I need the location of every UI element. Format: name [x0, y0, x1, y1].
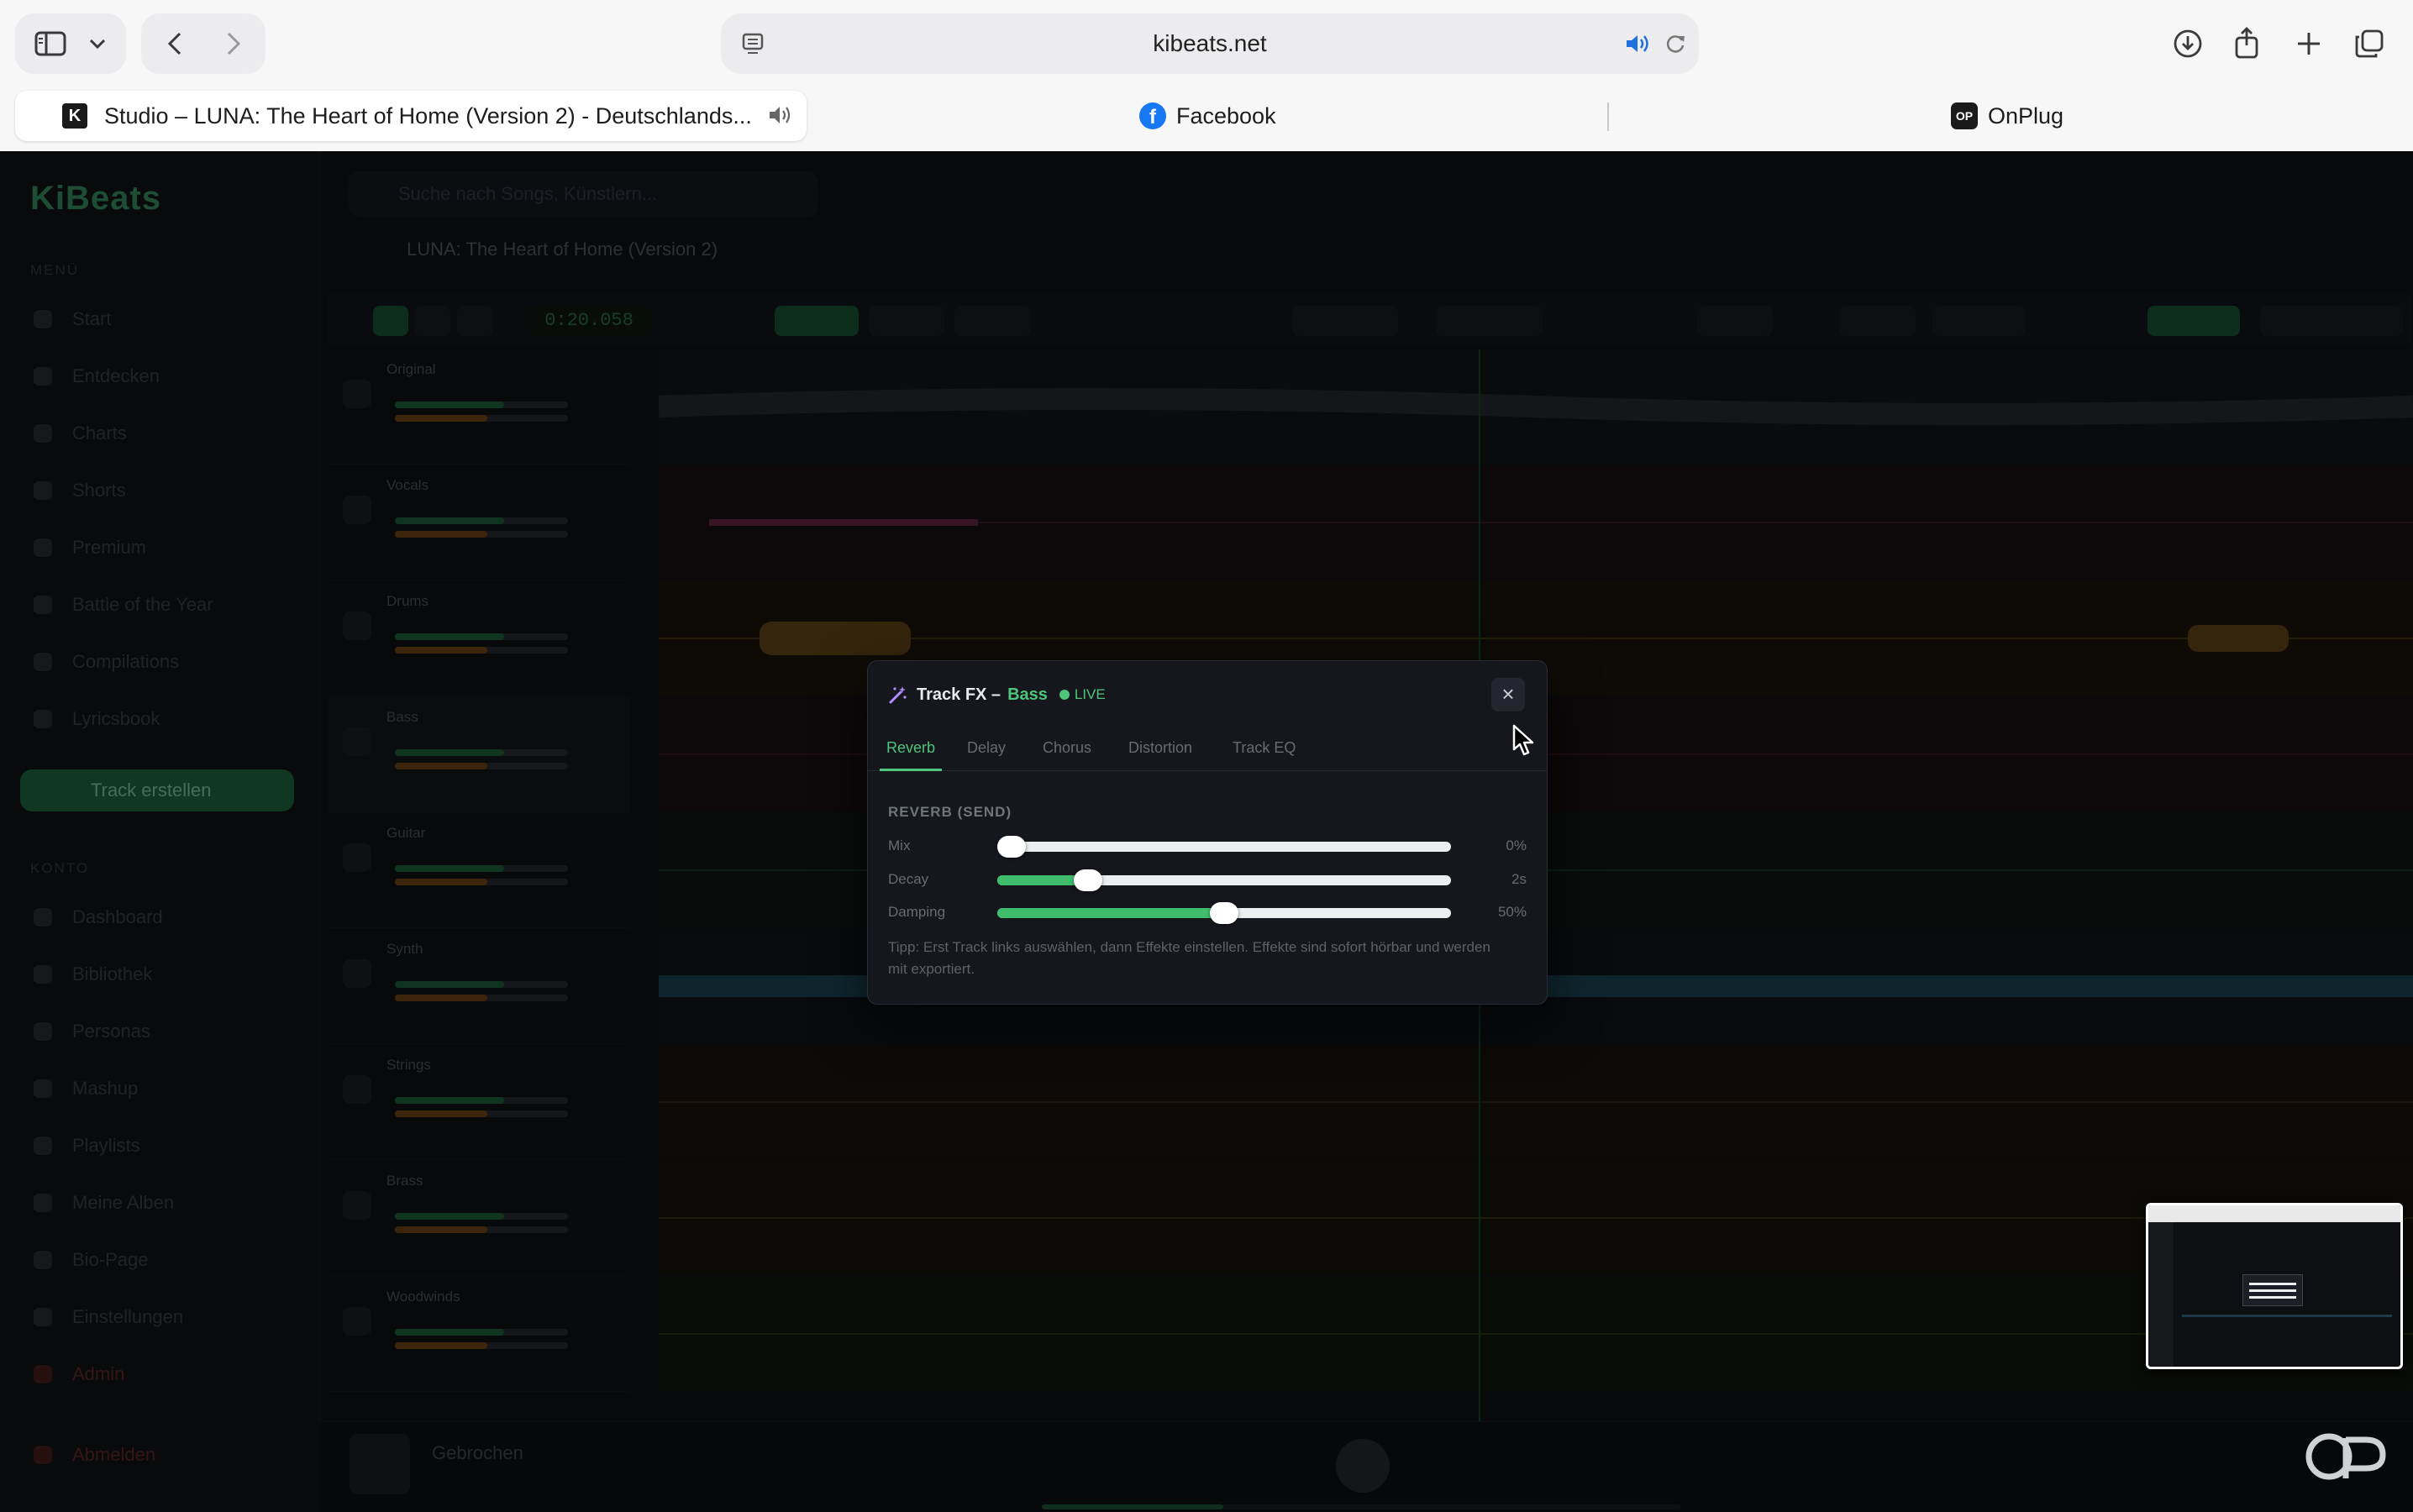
fx-tabs: Reverb Delay Chorus Distortion Track EQ [868, 725, 1547, 771]
param-value: 0% [1506, 837, 1527, 853]
modal-title: Track FX – [917, 685, 1001, 704]
param-value: 50% [1497, 904, 1527, 920]
param-row-mix: Mix 0% [888, 833, 1527, 858]
modal-track-name: Bass [1007, 685, 1048, 704]
tab-label: Facebook [1176, 102, 1276, 129]
cursor-icon [1512, 724, 1536, 758]
screenshot-thumbnail[interactable] [2146, 1203, 2403, 1369]
sidebar-toggle-icon[interactable] [30, 27, 71, 60]
tip-text: Tipp: Erst Track links auswählen, dann E… [888, 939, 1490, 977]
reload-icon[interactable] [1660, 30, 1690, 57]
slider-handle[interactable] [1074, 869, 1102, 891]
kibeats-favicon-icon: K [62, 103, 87, 129]
onplug-icon: OP [1951, 102, 1978, 129]
onplug-watermark-icon [2302, 1430, 2389, 1483]
live-badge: LIVE [1059, 686, 1106, 703]
share-icon[interactable] [2228, 24, 2265, 62]
plus-icon[interactable] [2290, 25, 2327, 62]
forward-icon[interactable] [217, 27, 250, 60]
facebook-icon: f [1139, 102, 1166, 129]
address-bar[interactable]: kibeats.net [721, 13, 1699, 74]
tab-chorus[interactable]: Chorus [1043, 725, 1091, 770]
track-fx-modal: Track FX – Bass LIVE × Reverb Delay Chor… [867, 660, 1548, 1005]
back-icon[interactable] [158, 27, 192, 60]
param-label: Decay [888, 871, 929, 887]
wand-icon [888, 685, 908, 705]
param-value: 2s [1511, 871, 1527, 887]
chevron-down-icon[interactable] [82, 30, 113, 57]
tab-distortion[interactable]: Distortion [1128, 725, 1192, 770]
tab-separator [1607, 102, 1609, 131]
param-row-damping: Damping 50% [888, 900, 1527, 925]
param-label: Mix [888, 837, 911, 853]
tab-onplug[interactable]: OP OnPlug [1951, 91, 2063, 141]
slider-fill [997, 908, 1224, 918]
tab-reverb[interactable]: Reverb [879, 725, 943, 771]
tab-audio-icon[interactable] [768, 104, 793, 126]
tab-track-eq[interactable]: Track EQ [1233, 725, 1296, 770]
damping-slider[interactable] [997, 902, 1451, 924]
tab-studio[interactable]: K Studio – LUNA: The Heart of Home (Vers… [15, 91, 807, 141]
slider-handle[interactable] [1210, 902, 1238, 924]
download-icon[interactable] [2169, 25, 2206, 62]
tabs-overview-icon[interactable] [2351, 25, 2388, 62]
modal-header: Track FX – Bass LIVE [888, 678, 1106, 711]
browser-toolbar: kibeats.net [0, 0, 2413, 87]
tab-facebook[interactable]: f Facebook [1139, 91, 1276, 141]
close-icon[interactable]: × [1491, 678, 1525, 711]
slider-handle[interactable] [997, 836, 1026, 858]
tab-label: OnPlug [1988, 102, 2064, 129]
param-row-decay: Decay 2s [888, 867, 1527, 892]
mix-slider[interactable] [997, 836, 1451, 858]
decay-slider[interactable] [997, 869, 1451, 891]
section-heading: REVERB (SEND) [888, 804, 1012, 820]
tab-delay[interactable]: Delay [967, 725, 1006, 770]
speaker-icon[interactable] [1623, 30, 1653, 57]
param-label: Damping [888, 904, 946, 920]
url-text: kibeats.net [1153, 30, 1267, 56]
tab-label: Studio – LUNA: The Heart of Home (Versio… [104, 102, 752, 129]
live-dot-icon [1059, 690, 1070, 700]
live-label: LIVE [1074, 686, 1106, 702]
